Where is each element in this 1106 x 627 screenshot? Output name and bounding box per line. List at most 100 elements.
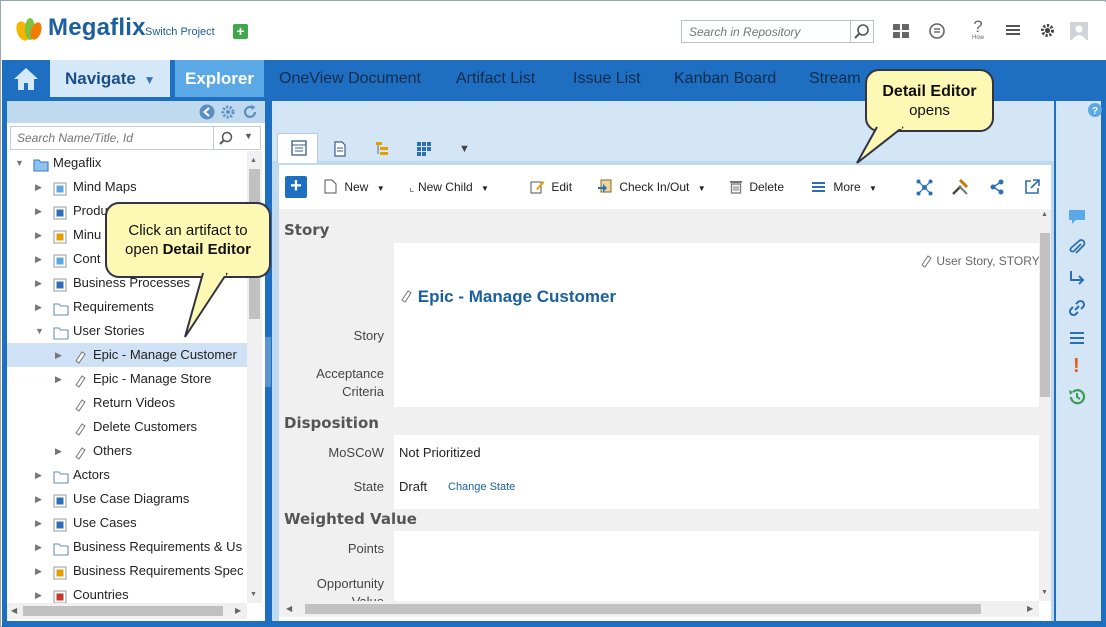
collapsed-caret-icon[interactable]: ▶ — [35, 463, 45, 487]
scroll-thumb[interactable] — [1040, 233, 1050, 397]
relationship-arrow-icon[interactable] — [1068, 269, 1086, 287]
tree-item[interactable]: ▼ Megaflix — [7, 151, 247, 175]
scroll-up-icon[interactable]: ▲ — [250, 157, 257, 164]
splitter-handle[interactable] — [265, 337, 271, 387]
tree-item[interactable]: Delete Customers — [7, 415, 247, 439]
collapsed-caret-icon[interactable]: ▶ — [55, 367, 65, 391]
help-how-icon[interactable]: ? How — [968, 18, 988, 41]
collapsed-caret-icon[interactable]: ▶ — [35, 247, 45, 271]
mindmap-icon — [53, 180, 67, 196]
new-button[interactable]: New ▼ — [324, 177, 385, 197]
scroll-thumb[interactable] — [305, 604, 981, 614]
switch-project-link[interactable]: Switch Project — [145, 26, 215, 38]
moscow-value[interactable]: Not Prioritized — [399, 445, 481, 460]
navigate-menu[interactable]: Navigate ▼ — [50, 60, 170, 97]
scroll-down-icon[interactable]: ▼ — [250, 591, 257, 598]
tree-item[interactable]: ▶ Countries — [7, 583, 247, 603]
collapse-left-icon[interactable] — [199, 104, 215, 120]
menu-icon[interactable] — [1004, 22, 1024, 42]
trace-network-icon[interactable] — [916, 179, 933, 196]
more-button[interactable]: More ▼ — [812, 177, 877, 197]
collapsed-caret-icon[interactable]: ▶ — [35, 535, 45, 559]
repository-search-input[interactable] — [682, 21, 850, 42]
refresh-icon[interactable] — [242, 104, 258, 120]
detail-horizontal-scrollbar[interactable]: ◀ ▶ — [279, 601, 1039, 617]
share-icon[interactable] — [989, 179, 1005, 195]
issues-alert-icon[interactable]: ! — [1073, 355, 1080, 378]
open-new-window-icon[interactable] — [1024, 179, 1040, 195]
tab-oneview-document[interactable]: OneView Document — [279, 60, 421, 97]
explorer-search-input[interactable] — [11, 127, 211, 149]
scroll-right-icon[interactable]: ▶ — [235, 606, 241, 615]
tree-item[interactable]: ▶ Use Cases — [7, 511, 247, 535]
user-avatar-icon[interactable] — [1069, 22, 1089, 42]
tab-explorer[interactable]: Explorer — [175, 60, 264, 97]
collapsed-caret-icon[interactable]: ▶ — [35, 271, 45, 295]
search-button[interactable] — [850, 21, 873, 42]
scroll-down-icon[interactable]: ▼ — [1041, 589, 1048, 596]
delete-button[interactable]: Delete — [729, 177, 784, 197]
tree-item[interactable]: ▶ Actors — [7, 463, 247, 487]
detail-vertical-scrollbar[interactable]: ▲ ▼ — [1039, 209, 1051, 601]
hierarchy-view-icon[interactable] — [374, 141, 390, 157]
tab-issue-list[interactable]: Issue List — [573, 60, 641, 97]
collapsed-caret-icon[interactable]: ▶ — [35, 295, 45, 319]
collapsed-caret-icon[interactable]: ▶ — [35, 175, 45, 199]
collapsed-caret-icon[interactable]: ▶ — [55, 343, 65, 367]
tab-detail-view[interactable] — [277, 133, 318, 163]
tree-item[interactable]: ▶ Epic - Manage Store — [7, 367, 247, 391]
history-clock-icon[interactable] — [1067, 387, 1087, 407]
help-icon[interactable]: ? — [1088, 103, 1102, 117]
scroll-up-icon[interactable]: ▲ — [1041, 211, 1048, 218]
tools-icon[interactable] — [951, 178, 969, 196]
tab-kanban-board[interactable]: Kanban Board — [674, 60, 776, 97]
expanded-caret-icon[interactable]: ▼ — [35, 319, 45, 343]
collapsed-caret-icon[interactable]: ▶ — [35, 511, 45, 535]
home-icon[interactable] — [12, 66, 40, 92]
tree-item[interactable]: Return Videos — [7, 391, 247, 415]
search-icon[interactable] — [218, 130, 235, 147]
collapsed-caret-icon[interactable]: ▶ — [35, 223, 45, 247]
acceptance-criteria-label: Acceptance Criteria — [316, 366, 384, 399]
add-project-button[interactable]: + — [233, 24, 248, 39]
artifact-title[interactable]: Epic - Manage Customer — [399, 287, 616, 307]
collapsed-caret-icon[interactable]: ▶ — [55, 439, 65, 463]
explorer-horizontal-scrollbar[interactable]: ◀ ▶ — [7, 603, 247, 619]
collapsed-caret-icon[interactable]: ▶ — [35, 199, 45, 223]
scroll-right-icon[interactable]: ▶ — [1027, 604, 1033, 613]
scroll-thumb[interactable] — [23, 606, 223, 616]
folder-icon — [53, 540, 69, 556]
comments-icon[interactable] — [1068, 209, 1086, 225]
tree-item[interactable]: ▶ Epic - Manage Customer — [7, 343, 247, 367]
collapsed-caret-icon[interactable]: ▶ — [35, 559, 45, 583]
tab-stream[interactable]: Stream — [809, 60, 861, 97]
new-child-button[interactable]: ⌞ New Child ▼ — [409, 177, 489, 197]
tree-item[interactable]: ▶ Mind Maps — [7, 175, 247, 199]
settings-gear-icon[interactable] — [1037, 22, 1057, 42]
search-options-chevron-icon[interactable]: ▼ — [244, 131, 253, 141]
tree-item[interactable]: ▶ Use Case Diagrams — [7, 487, 247, 511]
check-in-out-button[interactable]: Check In/Out ▼ — [597, 177, 706, 197]
explorer-settings-icon[interactable] — [220, 104, 236, 120]
document-view-icon[interactable] — [332, 141, 348, 157]
collapsed-caret-icon[interactable]: ▶ — [35, 487, 45, 511]
attachment-icon[interactable] — [1068, 239, 1086, 257]
navigate-label: Navigate — [65, 69, 136, 88]
add-button[interactable]: + — [285, 176, 307, 198]
tab-artifact-list[interactable]: Artifact List — [456, 60, 535, 97]
scroll-left-icon[interactable]: ◀ — [286, 604, 292, 613]
notifications-icon[interactable] — [927, 22, 947, 42]
change-state-link[interactable]: Change State — [448, 481, 515, 493]
tree-item[interactable]: ▶ Business Requirements Spec — [7, 559, 247, 583]
dashboard-grid-icon[interactable] — [891, 22, 911, 42]
tree-item[interactable]: ▶ Business Requirements & Us — [7, 535, 247, 559]
more-views-chevron-icon[interactable]: ▼ — [459, 143, 470, 155]
list-details-icon[interactable] — [1068, 329, 1086, 347]
expanded-caret-icon[interactable]: ▼ — [15, 151, 25, 175]
link-icon[interactable] — [1068, 299, 1086, 317]
collapsed-caret-icon[interactable]: ▶ — [35, 583, 45, 603]
grid-view-icon[interactable] — [416, 141, 432, 157]
edit-button[interactable]: Edit — [530, 177, 572, 197]
tree-item[interactable]: ▶ Others — [7, 439, 247, 463]
scroll-left-icon[interactable]: ◀ — [11, 606, 17, 615]
